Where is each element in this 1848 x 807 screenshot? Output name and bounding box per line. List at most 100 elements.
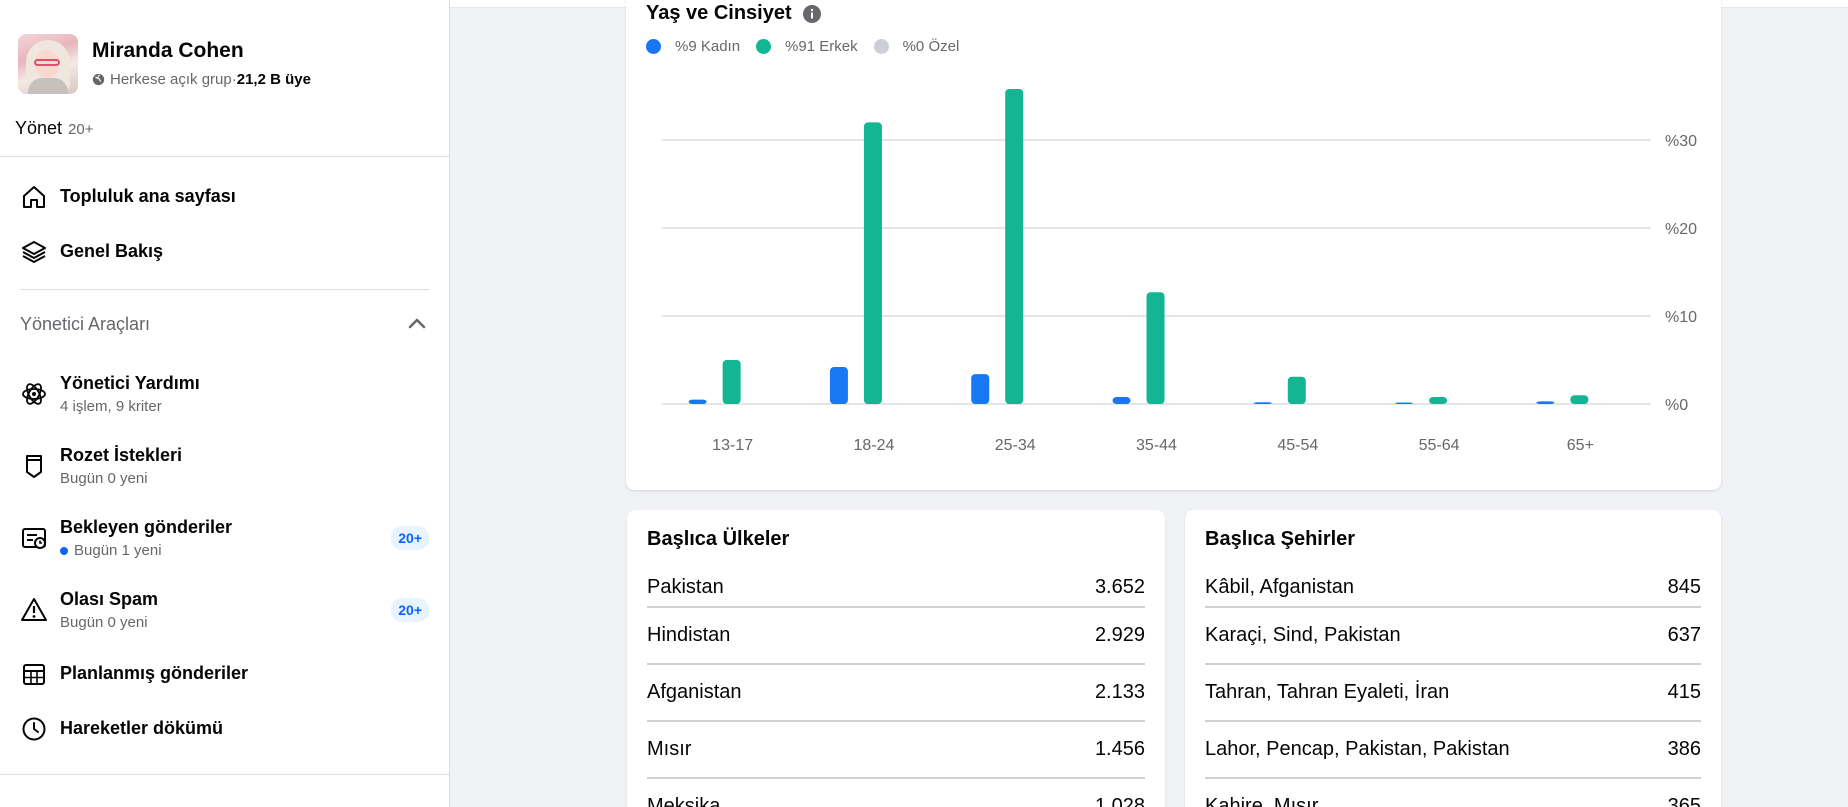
x-tick-label: 55-64	[1419, 437, 1460, 454]
list-item-name: Tahran, Tahran Eyaleti, İran	[1205, 681, 1450, 703]
nav-item-scheduled-posts[interactable]: Planlanmış gönderiler	[0, 646, 449, 701]
badge-icon	[20, 452, 48, 480]
list-item: Meksika 1.028	[647, 779, 1145, 807]
top-cities-title: Başlıca Şehirler	[1205, 528, 1356, 550]
list-item-value: 637	[1667, 624, 1701, 646]
new-dot-icon	[60, 546, 68, 555]
list-item: Karaçi, Sind, Pakistan 637	[1205, 608, 1701, 665]
assist-icon	[20, 380, 48, 408]
pending-posts-icon	[20, 524, 48, 552]
nav-sublabel: Bugün 1 yeni	[60, 542, 391, 559]
list-item-value: 2.929	[1094, 624, 1145, 646]
list-item: Pakistan 3.652	[647, 568, 1145, 608]
nav-item-activity-log[interactable]: Hareketler dökümü	[0, 701, 449, 756]
nav-label: Yönetici Yardımı	[60, 373, 200, 393]
list-item-name: Kahire, Mısır	[1205, 795, 1319, 807]
bar-kadın	[1536, 401, 1555, 404]
list-item-value: 2.133	[1094, 681, 1145, 703]
list-item-name: Pakistan	[647, 575, 724, 598]
bar-kadın	[1395, 402, 1414, 404]
nav-label: Olası Spam	[60, 589, 159, 609]
admin-tools-header[interactable]: Yönetici Araçları	[0, 290, 449, 358]
bar-kadın	[829, 367, 848, 404]
bar-erkek	[1287, 376, 1306, 404]
list-item: Kahire, Mısır 365	[1205, 779, 1701, 807]
bar-kadın	[1253, 402, 1272, 404]
nav-item-possible-spam[interactable]: Olası Spam Bugün 0 yeni 20+	[0, 574, 449, 646]
bar-erkek	[863, 122, 882, 404]
bar-kadın	[971, 374, 990, 404]
bar-erkek	[1429, 396, 1448, 404]
nav-label: Topluluk ana sayfası	[60, 186, 236, 206]
bar-erkek	[1570, 395, 1589, 404]
nav-sublabel-text: Bugün 1 yeni	[74, 542, 162, 559]
y-tick-label: %0	[1665, 397, 1688, 414]
chevron-up-icon[interactable]	[405, 312, 429, 336]
nav-label: Genel Bakış	[60, 241, 164, 261]
manage-count: 20+	[68, 121, 94, 138]
clock-icon	[20, 715, 48, 743]
top-cities-card: Başlıca Şehirler Kâbil, Afganistan 845 Kar…	[1185, 510, 1721, 807]
calendar-icon	[20, 660, 48, 688]
x-tick-label: 65+	[1567, 437, 1594, 454]
top-countries-card: Başlıca Ülkeler Pakistan 3.652 Hindistan 2.…	[627, 510, 1165, 807]
count-badge: 20+	[391, 598, 429, 622]
nav-item-community-home[interactable]: Topluluk ana sayfası	[0, 169, 449, 224]
list-item-value: 386	[1667, 738, 1701, 760]
x-tick-label: 35-44	[1136, 437, 1177, 454]
nav-sublabel: Bugün 0 yeni	[60, 470, 148, 487]
group-info: Herkese açık grup · 21,2 B üye	[92, 71, 311, 88]
age-gender-chart: %0 %10 %20 %30 13-17 18-24 25-34 35-44 45-54 55-6…	[662, 88, 1697, 454]
list-item: Hindistan 2.929	[647, 608, 1145, 665]
bar-kadın	[688, 399, 707, 404]
list-item-name: Hindistan	[647, 624, 731, 646]
top-countries-title: Başlıca Ülkeler	[647, 528, 790, 550]
list-item: Tahran, Tahran Eyaleti, İran 415	[1205, 665, 1701, 722]
list-item-value: 3.652	[1094, 575, 1145, 598]
nav-sublabel: 4 işlem, 9 kriter	[60, 398, 162, 415]
nav-label: Planlanmış gönderiler	[60, 663, 249, 683]
nav-label: Rozet İstekleri	[60, 445, 183, 465]
sidebar: Miranda Cohen Herkese açık grup · 21,2 B…	[0, 0, 450, 807]
list-item-value: 1.028	[1094, 795, 1145, 807]
list-item-name: Afganistan	[647, 681, 742, 703]
y-tick-label: %30	[1665, 133, 1697, 150]
y-tick-label: %20	[1665, 221, 1697, 238]
list-item: Afganistan 2.133	[647, 665, 1145, 722]
list-item: Lahor, Pencap, Pakistan, Pakistan 386	[1205, 722, 1701, 779]
list-item-value: 365	[1667, 795, 1701, 807]
nav-item-overview[interactable]: Genel Bakış	[0, 224, 449, 279]
age-gender-card: Yaş ve Cinsiyet %9 Kadın %91 Erkek %0 Öz…	[626, 0, 1721, 490]
bar-erkek	[722, 360, 741, 404]
home-icon	[20, 183, 48, 211]
nav-item-admin-assist[interactable]: Yönetici Yardımı 4 işlem, 9 kriter	[0, 358, 449, 430]
x-tick-label: 45-54	[1277, 437, 1318, 454]
warning-icon	[20, 596, 48, 624]
x-tick-label: 25-34	[995, 437, 1036, 454]
manage-header: Yönet 20+	[0, 100, 449, 156]
nav-label: Bekleyen gönderiler	[60, 517, 233, 537]
nav-item-badge-requests[interactable]: Rozet İstekleri Bugün 0 yeni	[0, 430, 449, 502]
group-members[interactable]: 21,2 B üye	[237, 71, 311, 88]
group-avatar[interactable]	[18, 33, 78, 94]
list-item-name: Lahor, Pencap, Pakistan, Pakistan	[1205, 738, 1510, 760]
x-tick-label: 18-24	[853, 437, 894, 454]
nav-item-pending-posts[interactable]: Bekleyen gönderiler Bugün 1 yeni 20+	[0, 502, 449, 574]
layers-icon	[20, 238, 48, 266]
y-tick-label: %10	[1665, 309, 1697, 326]
bar-erkek	[1146, 292, 1165, 404]
bar-kadın	[1112, 396, 1131, 404]
group-privacy: Herkese açık grup	[110, 71, 232, 88]
admin-tools-title: Yönetici Araçları	[20, 313, 151, 334]
list-item-value: 415	[1667, 681, 1701, 703]
divider	[0, 774, 449, 775]
count-badge: 20+	[391, 526, 429, 550]
list-item-value: 845	[1667, 575, 1701, 598]
nav-label: Hareketler dökümü	[60, 718, 224, 738]
manage-label: Yönet	[15, 118, 63, 138]
x-tick-label: 13-17	[712, 437, 753, 454]
nav-sublabel: Bugün 0 yeni	[60, 614, 148, 631]
group-name[interactable]: Miranda Cohen	[92, 39, 311, 63]
bar-erkek	[1005, 88, 1024, 405]
globe-icon	[92, 73, 105, 86]
